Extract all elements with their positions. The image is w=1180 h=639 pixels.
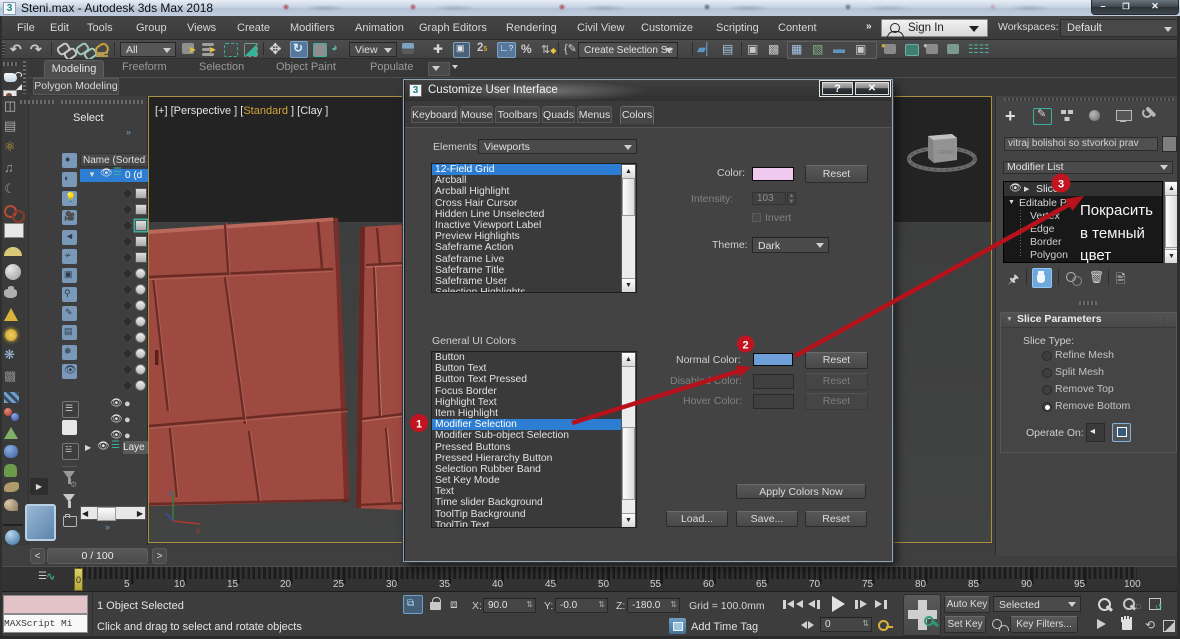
svg-text:x: x xyxy=(196,526,200,535)
svg-text:FRONT: FRONT xyxy=(938,150,955,156)
svg-text:z: z xyxy=(168,489,172,498)
